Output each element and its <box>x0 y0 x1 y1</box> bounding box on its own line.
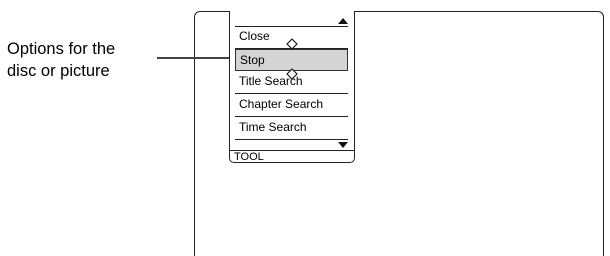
callout-leader-line <box>157 57 229 59</box>
triangle-up-icon[interactable] <box>338 18 348 24</box>
tool-menu: Close Stop Title Search Chapter Search T… <box>229 11 355 163</box>
up-down-cursor-icon <box>286 38 298 80</box>
menu-footer-tool: TOOL <box>230 150 354 163</box>
separator <box>235 139 348 140</box>
callout-line-1: Options for the <box>7 40 116 58</box>
callout-line-2: disc or picture <box>7 62 110 80</box>
menu-item-chapter-search[interactable]: Chapter Search <box>235 94 348 116</box>
triangle-down-icon[interactable] <box>338 142 348 148</box>
menu-item-time-search[interactable]: Time Search <box>235 117 348 139</box>
callout-label: Options for the disc or picture <box>7 38 115 82</box>
